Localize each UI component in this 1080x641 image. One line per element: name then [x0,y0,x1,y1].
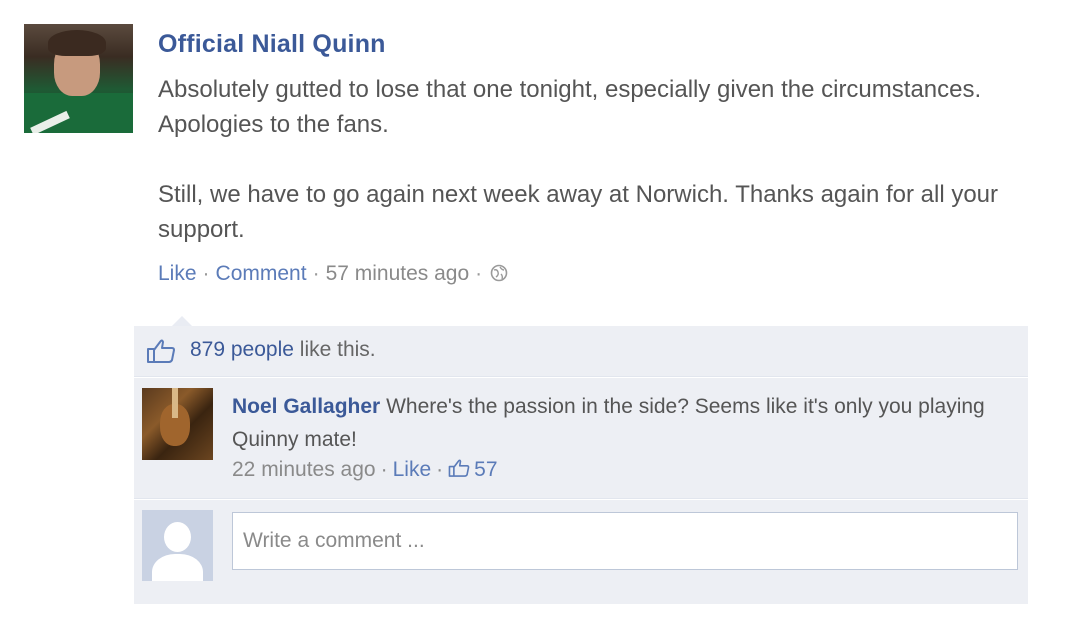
post-timestamp[interactable]: 57 minutes ago [326,262,470,285]
post-actions: Like · Comment · 57 minutes ago · [158,262,508,288]
post-paragraph-1: Absolutely gutted to lose that one tonig… [158,76,982,138]
likes-summary: 879 people like this. [134,326,1028,377]
comment-like-count[interactable]: 57 [448,458,498,484]
comment-item: Noel Gallagher Where's the passion in th… [134,378,1028,499]
write-comment-input[interactable] [232,512,1018,570]
comment-meta: 22 minutes ago · Like · 57 [232,458,498,484]
feedback-pointer [172,316,192,326]
comment-timestamp[interactable]: 22 minutes ago [232,458,376,481]
comment-like-link[interactable]: Like [393,458,432,481]
like-link[interactable]: Like [158,262,197,285]
post-paragraph-2: Still, we have to go again next week awa… [158,181,998,243]
thumbs-up-icon [146,338,176,369]
author-avatar[interactable] [24,24,133,133]
thumbs-up-icon [448,458,470,484]
default-user-avatar [142,510,213,581]
globe-icon[interactable] [490,264,508,288]
comment-composer [134,500,1028,604]
comment-link[interactable]: Comment [216,262,307,285]
facebook-post: Official Niall Quinn Absolutely gutted t… [0,0,1080,641]
post-author-name[interactable]: Official Niall Quinn [158,30,386,59]
likes-count-link[interactable]: 879 people [190,338,294,361]
likes-suffix: like this. [299,338,376,361]
post-text: Absolutely gutted to lose that one tonig… [158,72,1028,282]
commenter-avatar[interactable] [142,388,213,460]
commenter-name[interactable]: Noel Gallagher [232,395,380,418]
